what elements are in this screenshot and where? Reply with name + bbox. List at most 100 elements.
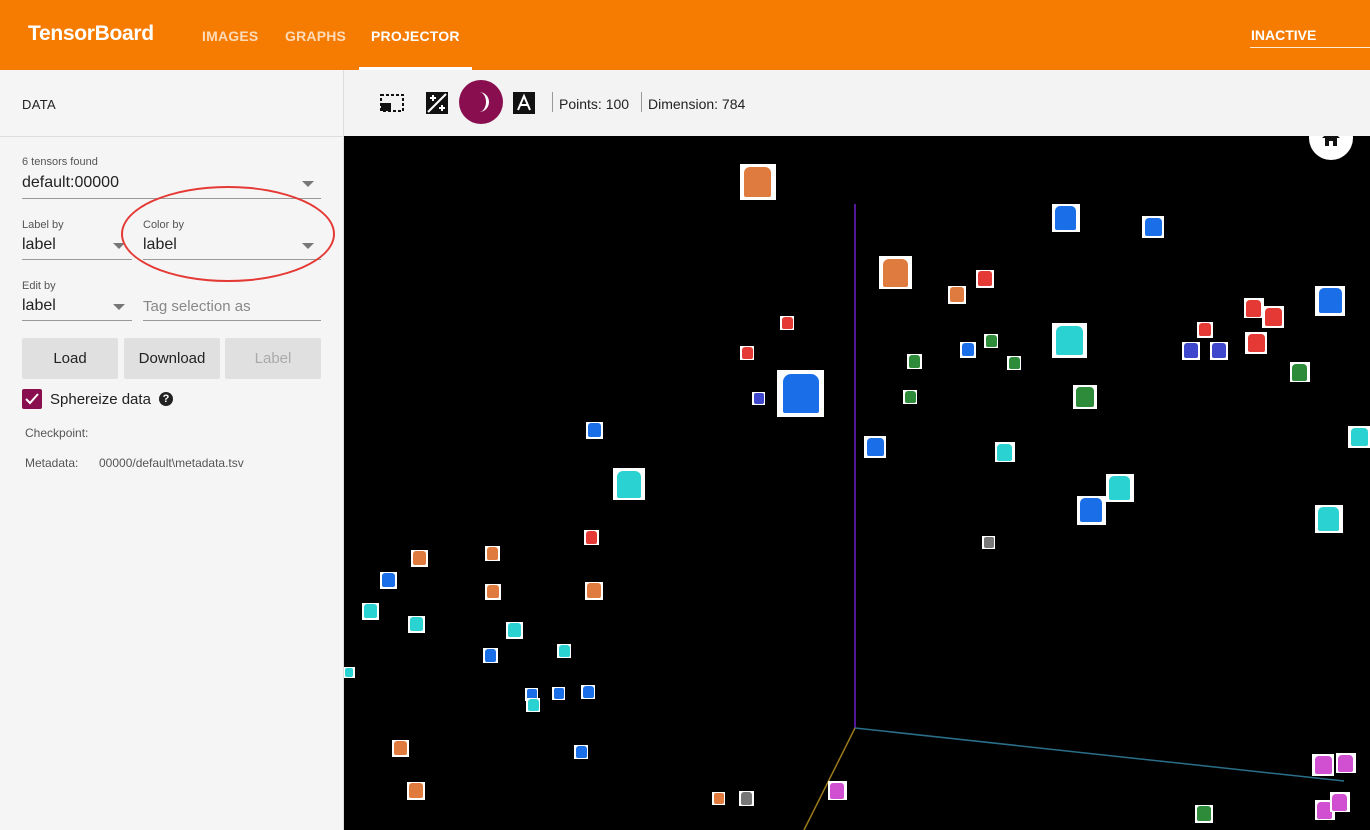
- sprite-thumbnail[interactable]: [557, 644, 571, 658]
- sprite-thumbnail[interactable]: [752, 392, 765, 405]
- run-status-select[interactable]: INACTIVE: [1251, 27, 1316, 43]
- data-panel: DATA 6 tensors found default:00000 Label…: [0, 70, 344, 830]
- load-button[interactable]: Load: [22, 338, 118, 379]
- tag-selection-input[interactable]: Tag selection as: [143, 298, 251, 315]
- x-axis: [854, 727, 1345, 782]
- sprite-thumbnail[interactable]: [613, 468, 645, 500]
- app-title: TensorBoard: [28, 22, 154, 45]
- sprite-thumbnail[interactable]: [581, 685, 595, 699]
- sprite-thumbnail[interactable]: [740, 164, 776, 200]
- home-icon: [1322, 136, 1340, 146]
- sprite-thumbnail[interactable]: [1315, 505, 1343, 533]
- sprite-thumbnail[interactable]: [907, 354, 922, 369]
- data-panel-title: DATA: [22, 97, 56, 112]
- z-axis: [803, 727, 856, 830]
- sprite-thumbnail[interactable]: [960, 342, 976, 358]
- select-rect-icon[interactable]: [379, 92, 405, 114]
- sprite-thumbnail[interactable]: [1052, 323, 1087, 358]
- sprite-thumbnail[interactable]: [828, 781, 847, 800]
- sprite-thumbnail[interactable]: [1348, 426, 1370, 448]
- sprite-thumbnail[interactable]: [984, 334, 998, 348]
- sprite-thumbnail[interactable]: [976, 270, 994, 288]
- sprite-thumbnail[interactable]: [1077, 496, 1106, 525]
- sprite-thumbnail[interactable]: [1210, 342, 1228, 360]
- night-mode-icon[interactable]: [425, 91, 449, 115]
- sprite-thumbnail[interactable]: [739, 791, 754, 806]
- sprite-thumbnail[interactable]: [1336, 753, 1356, 773]
- projector-toolbar: Points: 100 Dimension: 784: [344, 70, 1370, 137]
- sprite-thumbnail[interactable]: [1245, 332, 1267, 354]
- sprite-thumbnail[interactable]: [740, 346, 754, 360]
- sprite-thumbnail[interactable]: [584, 530, 599, 545]
- run-status-underline: [1250, 47, 1370, 48]
- sprite-thumbnail[interactable]: [777, 370, 824, 417]
- sprite-thumbnail[interactable]: [903, 390, 917, 404]
- label-button[interactable]: Label: [225, 338, 321, 379]
- sprite-thumbnail[interactable]: [380, 572, 397, 589]
- sprite-thumbnail[interactable]: [1052, 204, 1080, 232]
- sprite-thumbnail[interactable]: [408, 616, 425, 633]
- sprite-thumbnail[interactable]: [392, 740, 409, 757]
- sprite-thumbnail[interactable]: [1182, 342, 1200, 360]
- sprite-thumbnail[interactable]: [485, 546, 500, 561]
- dimension-count: Dimension: 784: [648, 96, 746, 112]
- sprite-thumbnail[interactable]: [1007, 356, 1021, 370]
- annotation-ellipse: [121, 186, 335, 282]
- sprite-thumbnail[interactable]: [1142, 216, 1164, 238]
- sprite-thumbnail[interactable]: [1195, 805, 1213, 823]
- top-bar: TensorBoard IMAGES GRAPHS PROJECTOR INAC…: [0, 0, 1370, 70]
- sprite-thumbnail[interactable]: [585, 582, 603, 600]
- label-by-label: Label by: [22, 219, 64, 231]
- chevron-down-icon[interactable]: [113, 304, 125, 310]
- sprite-thumbnail[interactable]: [712, 792, 725, 805]
- sprite-thumbnail[interactable]: [1106, 474, 1134, 502]
- sprite-thumbnail[interactable]: [1262, 306, 1284, 328]
- sprite-thumbnail[interactable]: [982, 536, 995, 549]
- tensor-count-label: 6 tensors found: [22, 156, 98, 168]
- sprite-thumbnail[interactable]: [574, 745, 588, 759]
- tab-projector[interactable]: PROJECTOR: [371, 28, 460, 44]
- projector-canvas[interactable]: [344, 136, 1370, 830]
- edit-by-select[interactable]: label: [22, 297, 56, 315]
- data-panel-header: DATA: [0, 70, 343, 137]
- tensor-select[interactable]: default:00000: [22, 174, 119, 192]
- toolbar-divider: [552, 92, 553, 112]
- sprite-thumbnail[interactable]: [586, 422, 603, 439]
- label-text-icon[interactable]: [513, 92, 535, 114]
- edit-by-label: Edit by: [22, 280, 56, 292]
- sprite-thumbnail[interactable]: [1073, 385, 1097, 409]
- sprite-thumbnail[interactable]: [1312, 754, 1334, 776]
- sprite-thumbnail[interactable]: [483, 648, 498, 663]
- sprite-thumbnail[interactable]: [1315, 286, 1345, 316]
- help-icon[interactable]: ?: [159, 392, 173, 406]
- sprite-thumbnail[interactable]: [485, 584, 501, 600]
- sprite-thumbnail[interactable]: [344, 667, 355, 678]
- moon-button[interactable]: [459, 80, 503, 124]
- sprite-thumbnail[interactable]: [1197, 322, 1213, 338]
- sprite-thumbnail[interactable]: [1290, 362, 1310, 382]
- toolbar-divider: [641, 92, 642, 112]
- sphereize-checkbox[interactable]: [22, 389, 42, 409]
- label-by-select[interactable]: label: [22, 236, 56, 254]
- sprite-thumbnail[interactable]: [411, 550, 428, 567]
- sprite-thumbnail[interactable]: [526, 698, 540, 712]
- sprite-thumbnail[interactable]: [995, 442, 1015, 462]
- sprite-thumbnail[interactable]: [407, 782, 425, 800]
- sprite-thumbnail[interactable]: [1244, 298, 1264, 318]
- sprite-thumbnail[interactable]: [879, 256, 912, 289]
- axes-3d: [803, 204, 1345, 830]
- chevron-down-icon[interactable]: [302, 181, 314, 187]
- sprite-thumbnail[interactable]: [864, 436, 886, 458]
- download-button[interactable]: Download: [124, 338, 220, 379]
- checkmark-icon: [25, 393, 39, 405]
- sprite-thumbnail[interactable]: [948, 286, 966, 304]
- checkpoint-label: Checkpoint:: [25, 426, 89, 440]
- sprite-thumbnail[interactable]: [780, 316, 794, 330]
- tab-images[interactable]: IMAGES: [202, 28, 258, 44]
- sprite-thumbnail[interactable]: [362, 603, 379, 620]
- sprite-thumbnail[interactable]: [552, 687, 565, 700]
- sprite-thumbnail[interactable]: [506, 622, 523, 639]
- sprite-thumbnail[interactable]: [1330, 792, 1350, 812]
- metadata-path: 00000/default\metadata.tsv: [99, 456, 244, 470]
- tab-graphs[interactable]: GRAPHS: [285, 28, 346, 44]
